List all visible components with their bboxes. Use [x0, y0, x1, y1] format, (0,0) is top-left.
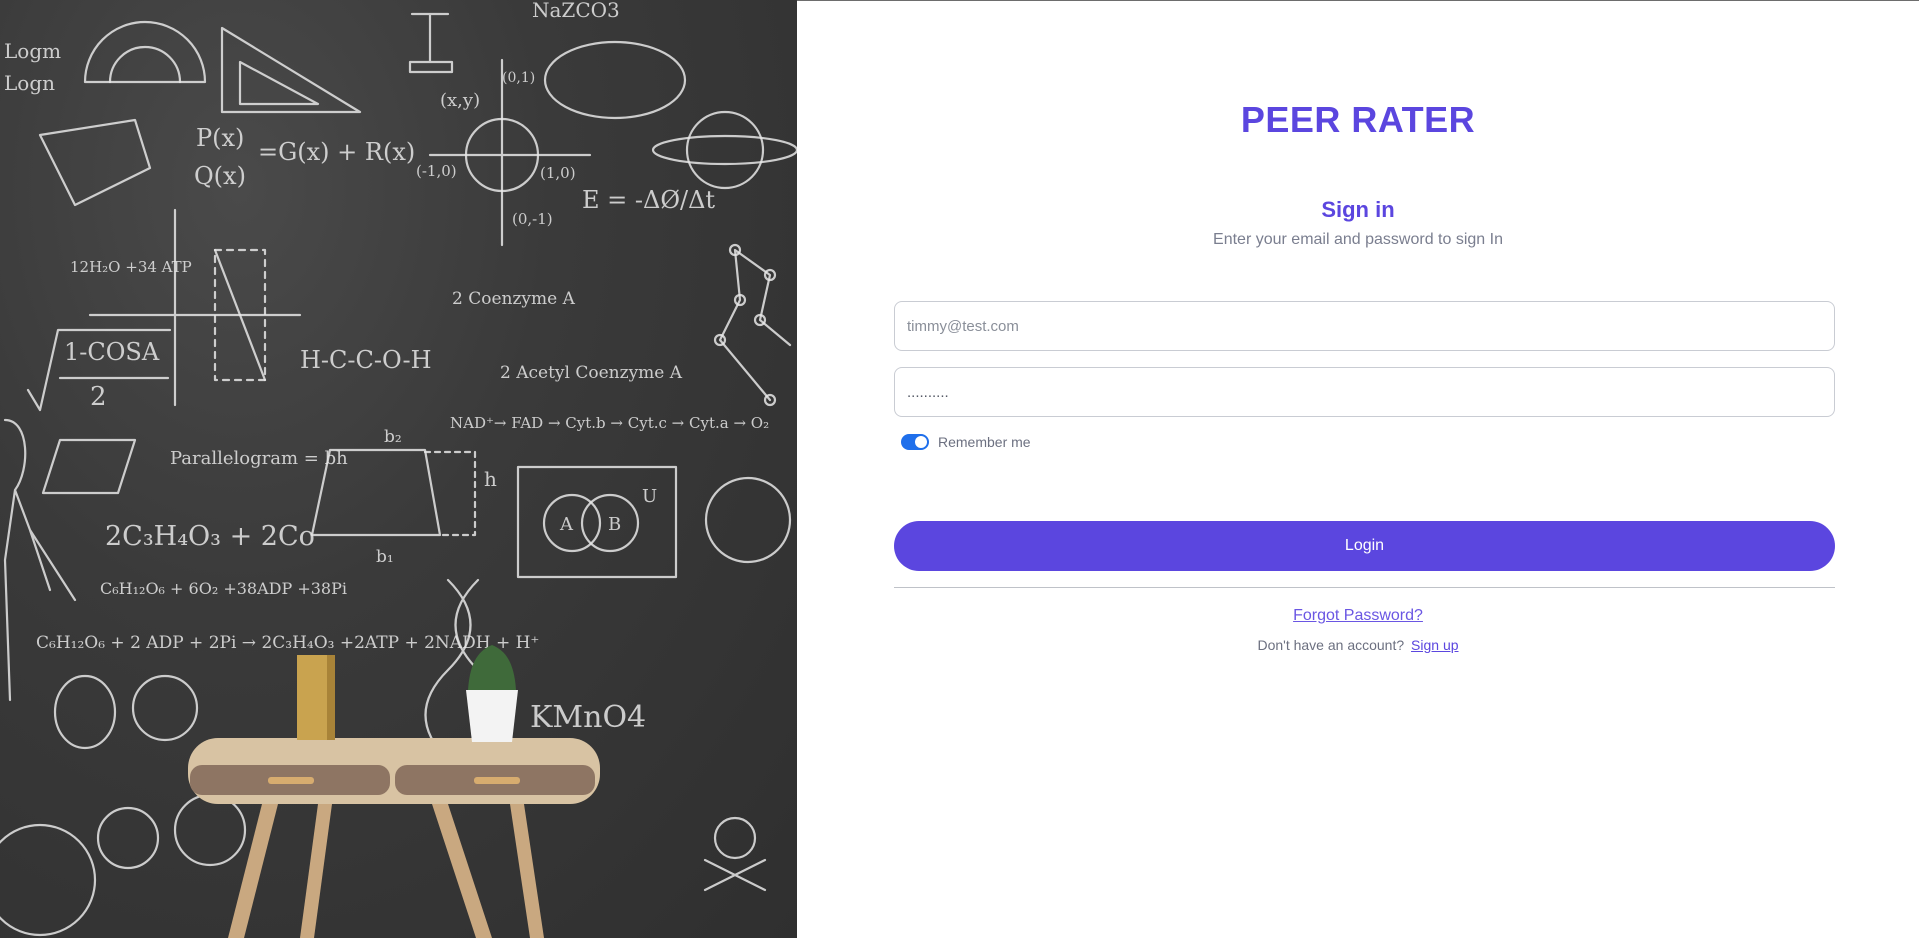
password-field[interactable] — [894, 367, 1835, 417]
cell-sketch — [0, 823, 97, 937]
skull-sketch — [713, 816, 757, 860]
chalk-text: 2 — [90, 382, 107, 412]
human-outline — [3, 418, 77, 702]
remember-me-label[interactable]: Remember me — [938, 434, 1031, 450]
venn-box — [516, 465, 678, 579]
signin-heading: Sign in — [1321, 197, 1395, 222]
forgot-password-link[interactable]: Forgot Password? — [1293, 607, 1423, 624]
chalk-text: C₆H₁₂O₆ + 2 ADP + 2Pi → 2C₃H₄O₃ +2ATP + … — [36, 633, 539, 653]
graph-axes — [88, 208, 302, 407]
planet-sketch — [685, 110, 765, 190]
crossbones — [703, 858, 767, 892]
cell-sketch-small — [96, 806, 160, 870]
planet-ring — [651, 134, 797, 166]
plant-pot — [466, 690, 518, 742]
chalk-text: Q(x) — [194, 162, 246, 190]
chalk-text: U — [642, 486, 657, 507]
parallelogram — [41, 438, 137, 495]
hero-image: Logm Logn NaZCO3 (x,y) (0,1) (-1,0) (1,0… — [0, 0, 797, 938]
chalk-text: NaZCO3 — [532, 0, 620, 22]
unit-circle-axes — [428, 58, 592, 247]
forgot-password-row: Forgot Password? — [797, 607, 1919, 625]
desk-leg — [432, 804, 492, 938]
signin-page: Logm Logn NaZCO3 (x,y) (0,1) (-1,0) (1,0… — [0, 0, 1919, 938]
triangle-ruler — [220, 26, 362, 114]
chalk-text: C₆H₁₂O₆ + 6O₂ +38ADP +38Pi — [100, 579, 347, 598]
chalk-text: H-C-C-O-H — [300, 346, 432, 374]
signup-row: Don't have an account? Sign up — [797, 637, 1919, 653]
ellipse-sketch — [543, 40, 687, 120]
chalk-text: (x,y) — [440, 90, 480, 111]
chalk-text: 12H₂O +34 ATP — [70, 258, 192, 276]
chalk-text: 2C₃H₄O₃ + 2Co — [105, 521, 315, 552]
signup-link[interactable]: Sign up — [1411, 637, 1458, 653]
divider — [894, 587, 1835, 588]
desk-leg — [228, 804, 278, 938]
vase — [297, 655, 327, 740]
chalk-text: h — [484, 467, 497, 491]
sun-sketch — [131, 674, 199, 742]
signin-subheading: Enter your email and password to sign In — [1213, 231, 1503, 248]
no-account-text: Don't have an account? — [1257, 637, 1405, 653]
chalk-text: B — [608, 514, 621, 535]
t-square — [408, 12, 454, 74]
chalk-text: Logn — [4, 71, 55, 95]
chalk-text: 2 Acetyl Coenzyme A — [500, 363, 683, 383]
chalk-text: Parallelogram = bh — [170, 448, 348, 469]
chalk-text: KMnO4 — [530, 700, 646, 735]
desk-leg — [300, 804, 332, 938]
triangle-ruler-inner — [238, 60, 320, 106]
signin-panel: PEER RATER Sign in Enter your email and … — [797, 0, 1919, 938]
drawer-handle — [268, 777, 314, 784]
brain-sketch — [53, 674, 117, 750]
chalk-text: (0,-1) — [512, 210, 553, 228]
desk-leg — [510, 804, 544, 938]
protractor-shape — [83, 20, 207, 84]
chalk-text: (1,0) — [540, 164, 576, 182]
sphere-sketch — [704, 476, 792, 564]
chalk-text: =G(x) + R(x) — [258, 138, 415, 166]
chalkboard-illustration: Logm Logn NaZCO3 (x,y) (0,1) (-1,0) (1,0… — [0, 0, 797, 938]
login-button[interactable]: Login — [894, 521, 1835, 571]
brand-title: PEER RATER — [1240, 99, 1476, 140]
globe-sketch — [173, 793, 247, 867]
chalk-text: E = -ΔØ/Δt — [582, 186, 715, 214]
chalk-text: (-1,0) — [416, 162, 457, 180]
chalk-text: A — [559, 514, 574, 535]
quadrilateral-sketch — [38, 118, 152, 207]
chalk-text: (0,1) — [502, 70, 535, 86]
email-field[interactable] — [894, 301, 1835, 351]
chalk-text: P(x) — [196, 124, 244, 152]
toggle-knob — [915, 436, 927, 448]
chalk-text: Logm — [4, 39, 61, 63]
protractor-arc — [108, 45, 182, 84]
chalk-text: b₂ — [384, 427, 402, 447]
chalk-text: NAD⁺→ FAD → Cyt.b → Cyt.c → Cyt.a → O₂ — [450, 414, 769, 432]
drawer-handle — [474, 777, 520, 784]
remember-me-row: Remember me — [901, 434, 1031, 450]
chalk-text: b₁ — [376, 547, 394, 567]
chalk-text: 1-COSA — [64, 338, 160, 366]
vase-shade — [327, 655, 335, 740]
remember-me-toggle[interactable] — [901, 434, 929, 450]
molecule-network — [718, 248, 792, 402]
chalk-text: 2 Coenzyme A — [452, 289, 576, 309]
